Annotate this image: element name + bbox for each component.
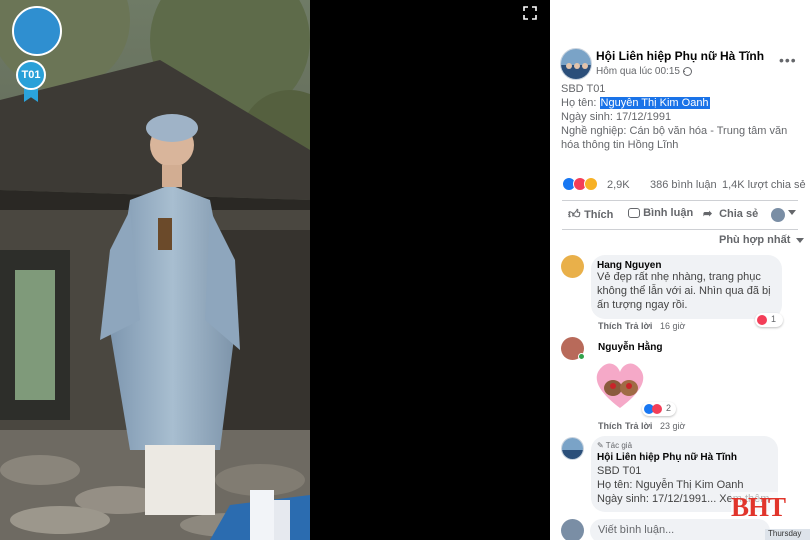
comment-reply-link[interactable]: Trả lời — [625, 421, 652, 431]
expand-arrows-icon — [523, 6, 537, 20]
comment-reaction-count: 2 — [666, 403, 672, 413]
share-button[interactable]: ➦ Chia sẻ — [703, 207, 758, 225]
pencil-icon: ✎ — [597, 441, 606, 450]
comment-reaction-pill[interactable]: 1 — [755, 313, 783, 327]
divider — [562, 200, 798, 201]
comment-sort-button[interactable]: Phù hợp nhất — [719, 234, 805, 246]
chevron-down-icon[interactable] — [788, 210, 796, 215]
comment-label: Bình luận — [643, 207, 694, 219]
heart-icon — [757, 315, 767, 325]
photo-illustration — [0, 0, 310, 540]
post-line-5: hóa thông tin Hồng Lĩnh — [561, 139, 679, 151]
comment-text-line: ấn tượng ngay rồi. — [597, 299, 688, 311]
contestant-number-badge: T01 — [16, 60, 46, 90]
comment-author[interactable]: Hang Nguyen — [597, 260, 661, 271]
comment-time[interactable]: 16 giờ — [660, 321, 685, 331]
comment-bubble-icon — [628, 208, 640, 219]
comment-input[interactable]: Viết bình luận... — [590, 519, 770, 540]
sort-chevron-icon — [796, 237, 805, 243]
post-name-label: Họ tên: — [561, 97, 600, 109]
like-label: Thích — [584, 209, 614, 221]
reactions-count[interactable]: 2,9K — [607, 179, 630, 191]
comment-reply-link[interactable]: Trả lời — [625, 321, 652, 331]
contestant-photo[interactable]: T01 — [0, 0, 310, 540]
care-reaction-icon — [584, 177, 598, 191]
globe-icon — [683, 67, 692, 76]
page-name[interactable]: Hội Liên hiệp Phụ nữ Hà Tĩnh — [596, 49, 764, 63]
sticker-image[interactable] — [591, 358, 649, 410]
author-tag: ✎ Tác giả — [597, 441, 632, 450]
author-tag-label: Tác giả — [605, 441, 633, 450]
cat-love-sticker-icon — [596, 363, 644, 408]
photo-viewer: T01 — [0, 0, 550, 540]
comment-reaction-count: 1 — [771, 314, 777, 324]
post-line-1: SBD T01 — [561, 83, 606, 95]
comment-author[interactable]: Nguyễn Hằng — [598, 342, 662, 353]
post-line-3: Ngày sinh: 17/12/1991 — [561, 111, 672, 123]
share-arrow-icon: ➦ — [703, 208, 713, 220]
commenter-avatar[interactable] — [561, 437, 584, 460]
share-as-avatar[interactable] — [771, 208, 785, 222]
shares-count[interactable]: 1,4K lượt chia sẻ — [722, 179, 806, 191]
like-button[interactable]: 👍︎ Thích — [568, 207, 613, 225]
thumbs-up-icon: 👍︎ — [568, 207, 581, 221]
comment-text-line: không thể lẫn với ai. Nhìn qua đã bị — [597, 285, 771, 297]
comment-reaction-pill[interactable]: 2 — [642, 402, 676, 416]
comment-text-line: SBD T01 — [597, 465, 642, 477]
reaction-icons[interactable] — [562, 177, 604, 192]
comment-button[interactable]: Bình luận — [628, 207, 693, 225]
share-label: Chia sẻ — [719, 208, 759, 220]
taskbar-day: Thursday — [765, 529, 810, 540]
comment-text-line: Vẻ đẹp rất nhẹ nhàng, trang phục — [597, 271, 761, 283]
highlighted-name[interactable]: Nguyễn Thị Kim Oanh — [599, 97, 710, 109]
comment-text-line: Họ tên: Nguyễn Thị Kim Oanh — [597, 479, 744, 491]
sort-label: Phù hợp nhất — [719, 234, 791, 246]
commenter-avatar[interactable] — [561, 255, 584, 278]
comments-count[interactable]: 386 bình luận — [650, 179, 717, 191]
expand-icon[interactable] — [522, 6, 538, 22]
love-reaction-icon — [652, 404, 662, 414]
more-options-icon[interactable]: ••• — [779, 52, 797, 68]
post-line-4: Nghề nghiệp: Cán bộ văn hóa - Trung tâm … — [561, 125, 788, 137]
group-photo-icon — [561, 49, 591, 79]
post-time[interactable]: Hôm qua lúc 00:15 · — [596, 66, 686, 77]
page-avatar[interactable] — [560, 48, 592, 80]
comment-like-link[interactable]: Thích — [598, 321, 622, 331]
current-user-avatar[interactable] — [561, 519, 584, 540]
divider — [562, 229, 798, 230]
comment-time[interactable]: 23 giờ — [660, 421, 685, 431]
union-logo-icon — [12, 6, 62, 56]
online-status-dot — [578, 353, 585, 360]
post-line-2: Họ tên: Nguyễn Thị Kim Oanh — [561, 97, 710, 109]
comment-author[interactable]: Hội Liên hiệp Phụ nữ Hà Tĩnh — [597, 452, 737, 463]
group-photo-icon — [562, 438, 583, 459]
comment-input-placeholder: Viết bình luận... — [598, 524, 675, 536]
post-panel: Hội Liên hiệp Phụ nữ Hà Tĩnh Hôm qua lúc… — [550, 0, 810, 540]
comment-like-link[interactable]: Thích — [598, 421, 622, 431]
